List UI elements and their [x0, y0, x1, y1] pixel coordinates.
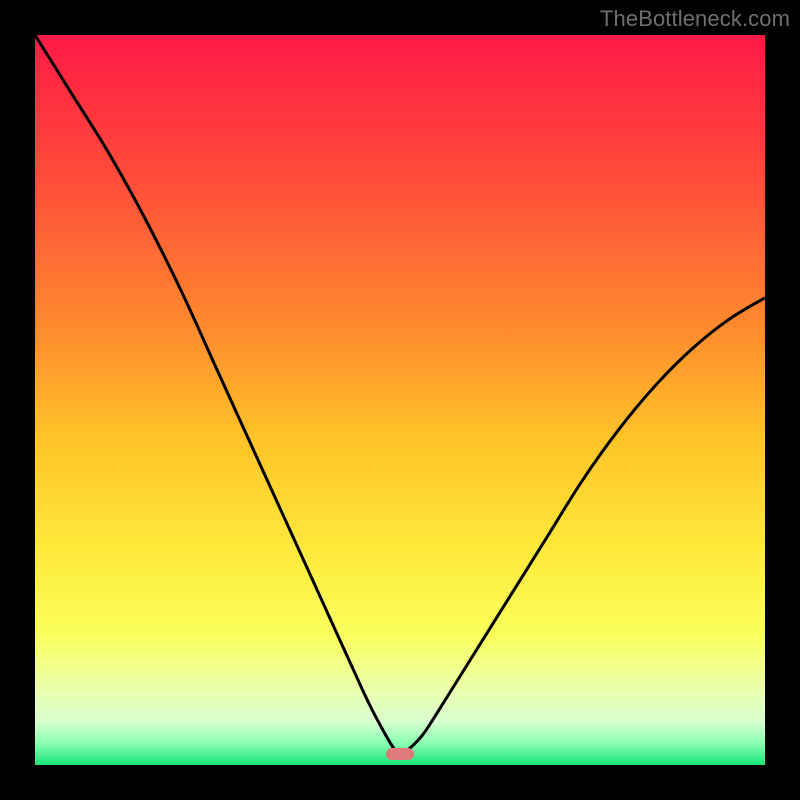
plot-area: [35, 35, 765, 765]
bottleneck-marker: [386, 748, 414, 760]
chart-frame: TheBottleneck.com: [0, 0, 800, 800]
watermark-text: TheBottleneck.com: [600, 6, 790, 32]
chart-svg: [35, 35, 765, 765]
gradient-background: [35, 35, 765, 765]
